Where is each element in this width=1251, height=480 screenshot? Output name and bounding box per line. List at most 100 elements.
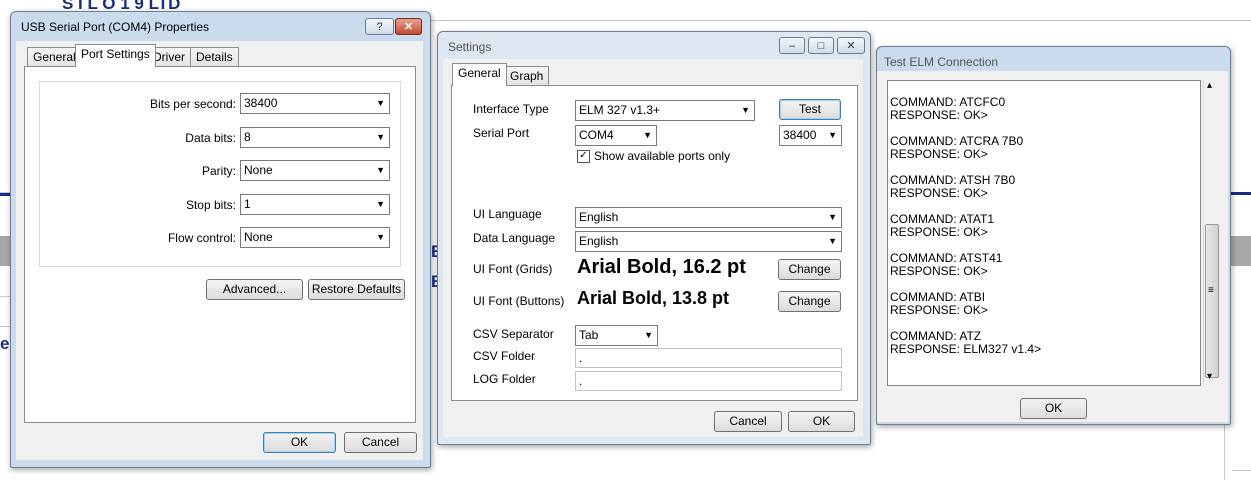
settings-window: Settings – □ ✕ General Graph Interface T… — [437, 31, 871, 445]
log-response: RESPONSE: OK> — [890, 108, 988, 122]
log-folder-input[interactable]: . — [575, 371, 842, 391]
baud-rate-value: 38400 — [783, 128, 817, 142]
cancel-button[interactable]: Cancel — [714, 411, 782, 432]
serial-port-select[interactable]: COM4 ▼ — [575, 125, 657, 146]
bits-per-second-value: 38400 — [244, 96, 278, 110]
chevron-down-icon: ▼ — [643, 130, 652, 140]
tab-general[interactable]: General — [452, 63, 507, 86]
interface-type-select[interactable]: ELM 327 v1.3+ ▼ — [575, 100, 755, 121]
log-entry: COMMAND: ATST41 RESPONSE: OK> — [890, 252, 1180, 278]
data-language-label: Data Language — [473, 231, 556, 245]
background-line — [1224, 424, 1225, 480]
elm-log-scroll-thumb[interactable]: ≡ — [1205, 224, 1219, 378]
cancel-button[interactable]: Cancel — [344, 432, 417, 453]
bits-per-second-label: Bits per second: — [149, 97, 236, 111]
help-button[interactable]: ? — [365, 18, 394, 35]
data-bits-select[interactable]: 8 ▼ — [240, 127, 390, 148]
grip-icon: ≡ — [1208, 285, 1214, 296]
port-settings-pane: Bits per second: 38400 ▼ Data bits: 8 ▼ Pa… — [24, 66, 416, 423]
log-response: RESPONSE: OK> — [890, 186, 988, 200]
settings-titlebar[interactable]: Settings – □ ✕ — [438, 32, 870, 62]
csv-separator-label: CSV Separator — [473, 327, 554, 341]
tab-general[interactable]: General — [27, 47, 82, 67]
advanced-button[interactable]: Advanced... — [206, 279, 303, 300]
log-entry: COMMAND: ATZ RESPONSE: ELM327 v1.4> — [890, 330, 1180, 356]
csv-folder-input[interactable]: . — [575, 348, 842, 368]
parity-select[interactable]: None ▼ — [240, 160, 390, 181]
log-response: RESPONSE: OK> — [890, 264, 988, 278]
log-response: RESPONSE: ELM327 v1.4> — [890, 342, 1042, 356]
interface-type-value: ELM 327 v1.3+ — [579, 103, 661, 117]
background-line — [430, 20, 1251, 21]
tab-graph[interactable]: Graph — [504, 66, 550, 86]
chevron-down-icon: ▼ — [376, 232, 385, 242]
serial-port-label: Serial Port — [473, 126, 530, 140]
ok-button[interactable]: OK — [788, 411, 855, 432]
flow-control-label: Flow control: — [167, 231, 236, 245]
minimize-button[interactable]: – — [779, 37, 805, 54]
log-entry: COMMAND: ATAT1 RESPONSE: OK> — [890, 213, 1180, 239]
font-grids-value: Arial Bold, 16.2 pt — [577, 256, 746, 278]
tab-details[interactable]: Details — [190, 47, 239, 67]
csv-separator-select[interactable]: Tab ▼ — [575, 325, 658, 346]
csv-folder-label: CSV Folder — [473, 349, 536, 363]
close-button[interactable]: ✕ — [395, 18, 422, 35]
data-language-value: English — [579, 234, 619, 248]
change-grids-font-button[interactable]: Change — [778, 259, 841, 280]
background-rule — [0, 193, 10, 196]
data-bits-label: Data bits: — [185, 131, 236, 145]
baud-rate-select[interactable]: 38400 ▼ — [779, 125, 842, 146]
log-entry: COMMAND: ATSH 7B0 RESPONSE: OK> — [890, 174, 1180, 200]
port-properties-client: General Port Settings Driver Details Bit… — [16, 41, 423, 460]
ui-language-select[interactable]: English ▼ — [575, 207, 842, 228]
log-entry: COMMAND: ATCRA 7B0 RESPONSE: OK> — [890, 135, 1180, 161]
chevron-down-icon: ▼ — [644, 330, 653, 340]
settings-client: General Graph Interface Type ELM 327 v1.… — [443, 59, 863, 437]
stop-bits-select[interactable]: 1 ▼ — [240, 194, 390, 215]
tab-port-settings[interactable]: Port Settings — [75, 44, 156, 67]
font-buttons-label: UI Font (Buttons) — [473, 294, 565, 308]
close-button[interactable]: ✕ — [837, 37, 865, 54]
stop-bits-label: Stop bits: — [185, 198, 236, 212]
log-entry: COMMAND: ATCFC0 RESPONSE: OK> — [890, 96, 1180, 122]
background-char: e — [0, 334, 10, 353]
chevron-down-icon: ▼ — [376, 132, 385, 142]
scroll-up-icon[interactable]: ▴ — [1207, 80, 1212, 91]
csv-separator-value: Tab — [579, 328, 599, 342]
restore-defaults-button[interactable]: Restore Defaults — [308, 279, 405, 300]
flow-control-select[interactable]: None ▼ — [240, 227, 390, 248]
ok-button[interactable]: OK — [1020, 398, 1087, 419]
help-icon: ? — [376, 21, 383, 33]
ok-button[interactable]: OK — [263, 432, 336, 453]
stop-bits-value: 1 — [244, 197, 251, 211]
log-folder-label: LOG Folder — [473, 372, 536, 386]
bits-per-second-select[interactable]: 38400 ▼ — [240, 93, 390, 114]
test-button[interactable]: Test — [779, 99, 841, 120]
show-ports-label: Show available ports only — [594, 149, 731, 163]
change-buttons-font-button[interactable]: Change — [778, 291, 841, 312]
maximize-icon: □ — [817, 40, 825, 52]
chevron-down-icon: ▼ — [376, 98, 385, 108]
window-title: Settings — [448, 40, 492, 54]
background-line — [0, 326, 10, 327]
scroll-down-icon[interactable]: ▾ — [1207, 371, 1212, 382]
log-entry: COMMAND: ATBI RESPONSE: OK> — [890, 291, 1180, 317]
elm-log[interactable]: COMMAND: ATCFC0 RESPONSE: OK> COMMAND: ATC… — [887, 80, 1201, 386]
interface-type-label: Interface Type — [473, 102, 549, 116]
port-properties-titlebar[interactable]: USB Serial Port (COM4) Properties ? ✕ — [11, 12, 430, 42]
font-grids-label: UI Font (Grids) — [473, 262, 553, 276]
chevron-down-icon: ▼ — [741, 105, 750, 115]
minimize-icon: – — [788, 40, 796, 52]
show-ports-checkbox[interactable]: ✓ — [577, 150, 590, 163]
ui-language-label: UI Language — [473, 207, 542, 221]
port-properties-window: USB Serial Port (COM4) Properties ? ✕ Ge… — [10, 11, 431, 468]
data-language-select[interactable]: English ▼ — [575, 231, 842, 252]
parity-label: Parity: — [201, 164, 236, 178]
log-response: RESPONSE: OK> — [890, 225, 988, 239]
elm-log-scrollbar[interactable]: ▴ ≡ ▾ — [1203, 80, 1220, 385]
settings-general-pane: Interface Type ELM 327 v1.3+ ▼ Test Seria… — [451, 85, 858, 401]
chevron-down-icon: ▼ — [376, 199, 385, 209]
log-response: RESPONSE: OK> — [890, 147, 988, 161]
window-title: USB Serial Port (COM4) Properties — [21, 20, 210, 34]
maximize-button[interactable]: □ — [808, 37, 834, 54]
